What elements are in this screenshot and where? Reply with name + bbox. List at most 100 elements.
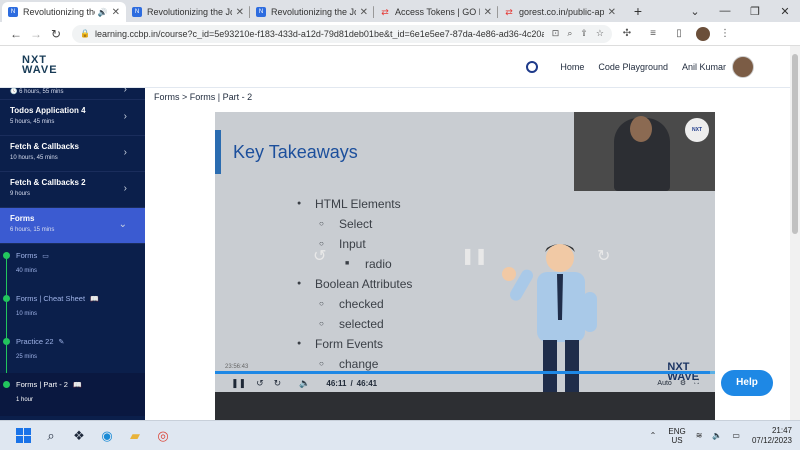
sidebar-topic-previous[interactable]: 🕓 6 hours, 55 mins › xyxy=(0,88,145,100)
audio-icon[interactable]: 🔊 xyxy=(98,8,108,17)
chevron-right-icon: › xyxy=(123,147,127,158)
browser-tab-3[interactable]: N Revolutionizing the Job ✕ xyxy=(250,2,374,22)
sidebar-subitem-cheat-sheet[interactable]: Forms | Cheat Sheet 📖 10 mins xyxy=(0,287,145,338)
sidebar-subitem-forms[interactable]: Forms ▭ 40 mins xyxy=(0,244,145,295)
close-tab-icon[interactable]: ✕ xyxy=(484,7,492,18)
sidebar-topic-fetch-callbacks[interactable]: Fetch & Callbacks 10 hours, 45 mins › xyxy=(0,136,145,172)
volume-icon[interactable]: 🔈 xyxy=(299,378,310,389)
close-tab-icon[interactable]: ✕ xyxy=(112,7,120,18)
close-tab-icon[interactable]: ✕ xyxy=(608,7,616,18)
widgets-icon[interactable]: ❖ xyxy=(66,424,92,448)
media-icon[interactable]: ≡ xyxy=(642,28,664,39)
book-icon: 📖 xyxy=(90,296,99,303)
system-clock[interactable]: 21:47 07/12/2023 xyxy=(752,426,792,446)
video-player[interactable]: Key Takeaways HTML Elements Select Input… xyxy=(215,112,715,392)
globe-favicon-icon: ⇄ xyxy=(505,6,513,17)
forward-10-icon[interactable]: ↻ xyxy=(274,378,282,389)
sidebar-topic-forms[interactable]: Forms 6 hours, 15 mins ⌄ xyxy=(0,208,145,244)
user-name[interactable]: Anil Kumar xyxy=(682,62,726,72)
zoom-icon[interactable]: ⌕ xyxy=(567,28,572,39)
close-window-icon[interactable]: ✕ xyxy=(770,5,800,18)
chevron-up-icon[interactable]: ⌃ xyxy=(650,431,657,440)
chrome-browser-icon[interactable]: ◎ xyxy=(150,424,176,448)
language-indicator[interactable]: ENG US xyxy=(668,427,685,445)
wifi-icon[interactable]: ≋ xyxy=(696,431,703,440)
slide-bullet: Boolean Attributes xyxy=(297,274,412,294)
search-icon[interactable]: ⌕ xyxy=(38,424,64,448)
page-scrollbar[interactable] xyxy=(790,46,800,420)
user-avatar[interactable] xyxy=(732,56,754,78)
complete-check-icon xyxy=(3,381,10,388)
close-tab-icon[interactable]: ✕ xyxy=(236,7,244,18)
slide-bullet: Select xyxy=(297,214,412,234)
windows-taskbar: ⌕ ❖ ◉ ▰ ◎ ⌃ ENG US ≋ 🔈 ▭ 21:47 07/12/202… xyxy=(0,420,800,450)
tab-title: Access Tokens | GO REST xyxy=(395,7,480,17)
edge-browser-icon[interactable]: ◉ xyxy=(94,424,120,448)
lang-code: ENG xyxy=(668,426,686,436)
battery-icon[interactable]: ▭ xyxy=(732,431,740,440)
settings-icon[interactable]: ⚙ xyxy=(680,379,686,387)
slide-bullet: Form Events xyxy=(297,334,412,354)
pause-icon[interactable]: ❚❚ xyxy=(231,378,246,389)
bookmark-star-icon[interactable]: ☆ xyxy=(596,28,604,39)
site-favicon: N xyxy=(8,7,18,17)
video-icon: ▭ xyxy=(42,253,49,260)
minimize-icon[interactable]: — xyxy=(710,5,740,17)
sidebar-subitem-forms-part-2[interactable]: Forms | Part - 2 📖 1 hour xyxy=(0,373,145,416)
window-controls: ⌄ — ❐ ✕ xyxy=(680,0,800,22)
sidebar-topic-fetch-callbacks-2[interactable]: Fetch & Callbacks 2 9 hours › xyxy=(0,172,145,208)
extensions-icon[interactable]: ✣ xyxy=(616,28,638,39)
help-button[interactable]: Help xyxy=(721,370,773,396)
scrollbar-thumb[interactable] xyxy=(792,54,798,234)
subitem-duration: 1 hour xyxy=(16,397,34,403)
url-text: learning.ccbp.in/course?c_id=5e93210e-f1… xyxy=(94,28,544,39)
nav-code-playground[interactable]: Code Playground xyxy=(598,62,668,72)
sidebar-subitem-practice-22[interactable]: Practice 22 ✎ 25 mins xyxy=(0,330,145,381)
new-tab-icon[interactable]: + xyxy=(628,2,648,22)
total-duration: 46:41 xyxy=(356,378,378,388)
file-explorer-icon[interactable]: ▰ xyxy=(122,424,148,448)
browser-tab-2[interactable]: N Revolutionizing the Job ✕ xyxy=(126,2,250,22)
rewind-10-icon[interactable]: ↺ xyxy=(256,378,264,389)
forward-icon[interactable]: → xyxy=(26,27,46,41)
tab-title: gorest.co.in/public-api/ xyxy=(519,7,604,17)
nav-home[interactable]: Home xyxy=(560,62,584,72)
volume-tray-icon[interactable]: 🔈 xyxy=(712,431,722,440)
menu-kebab-icon[interactable]: ⋮ xyxy=(714,28,736,39)
subitem-title: Forms | Part - 2 xyxy=(16,380,68,389)
topic-duration: 5 hours, 45 mins xyxy=(10,119,55,125)
browser-tab-5[interactable]: ⇄ gorest.co.in/public-api/ ✕ xyxy=(498,2,622,22)
sidebar-topic-todos-4[interactable]: Todos Application 4 5 hours, 45 mins › xyxy=(0,100,145,136)
restore-icon[interactable]: ❐ xyxy=(740,5,770,18)
site-favicon: N xyxy=(132,7,142,17)
breadcrumb[interactable]: Forms > Forms | Part - 2 xyxy=(154,92,252,102)
lock-icon[interactable]: 🔒 xyxy=(80,29,90,38)
close-tab-icon[interactable]: ✕ xyxy=(360,7,368,18)
time-separator: / xyxy=(350,378,353,388)
slide-accent-bar xyxy=(215,130,221,174)
profile-avatar[interactable] xyxy=(696,26,710,41)
browser-tab-1[interactable]: N Revolutionizing the Job 🔊 ✕ xyxy=(2,2,126,22)
clock-date: 07/12/2023 xyxy=(751,435,792,445)
pause-overlay-icon[interactable]: ❚❚ xyxy=(461,246,488,266)
player-footer-area xyxy=(215,392,715,420)
tab-title: Revolutionizing the Job xyxy=(23,7,95,17)
sidepanel-icon[interactable]: ▯ xyxy=(668,28,690,39)
address-bar[interactable]: 🔒 learning.ccbp.in/course?c_id=5e93210e-… xyxy=(72,24,612,43)
nxtwave-logo[interactable]: NXT WAVE xyxy=(22,55,58,76)
back-icon[interactable]: ← xyxy=(6,27,26,41)
topic-duration: 10 hours, 45 mins xyxy=(10,155,58,161)
streak-icon[interactable] xyxy=(526,61,539,73)
share-icon[interactable]: ⇪ xyxy=(580,28,588,39)
start-button[interactable] xyxy=(10,424,36,448)
quality-selector[interactable]: Auto xyxy=(657,380,671,387)
chevron-down-icon[interactable]: ⌄ xyxy=(680,5,710,18)
install-icon[interactable]: ⊡ xyxy=(552,28,560,39)
reload-icon[interactable]: ↻ xyxy=(46,27,66,41)
course-sidebar: 🕓 6 hours, 55 mins › Todos Application 4… xyxy=(0,88,145,420)
chevron-right-icon: › xyxy=(123,183,127,194)
rewind-overlay-icon[interactable]: ↺ xyxy=(313,246,326,266)
browser-tab-4[interactable]: ⇄ Access Tokens | GO REST ✕ xyxy=(374,2,498,22)
fullscreen-icon[interactable]: ⛶ xyxy=(694,379,699,387)
topic-title: Todos Application 4 xyxy=(10,106,86,115)
